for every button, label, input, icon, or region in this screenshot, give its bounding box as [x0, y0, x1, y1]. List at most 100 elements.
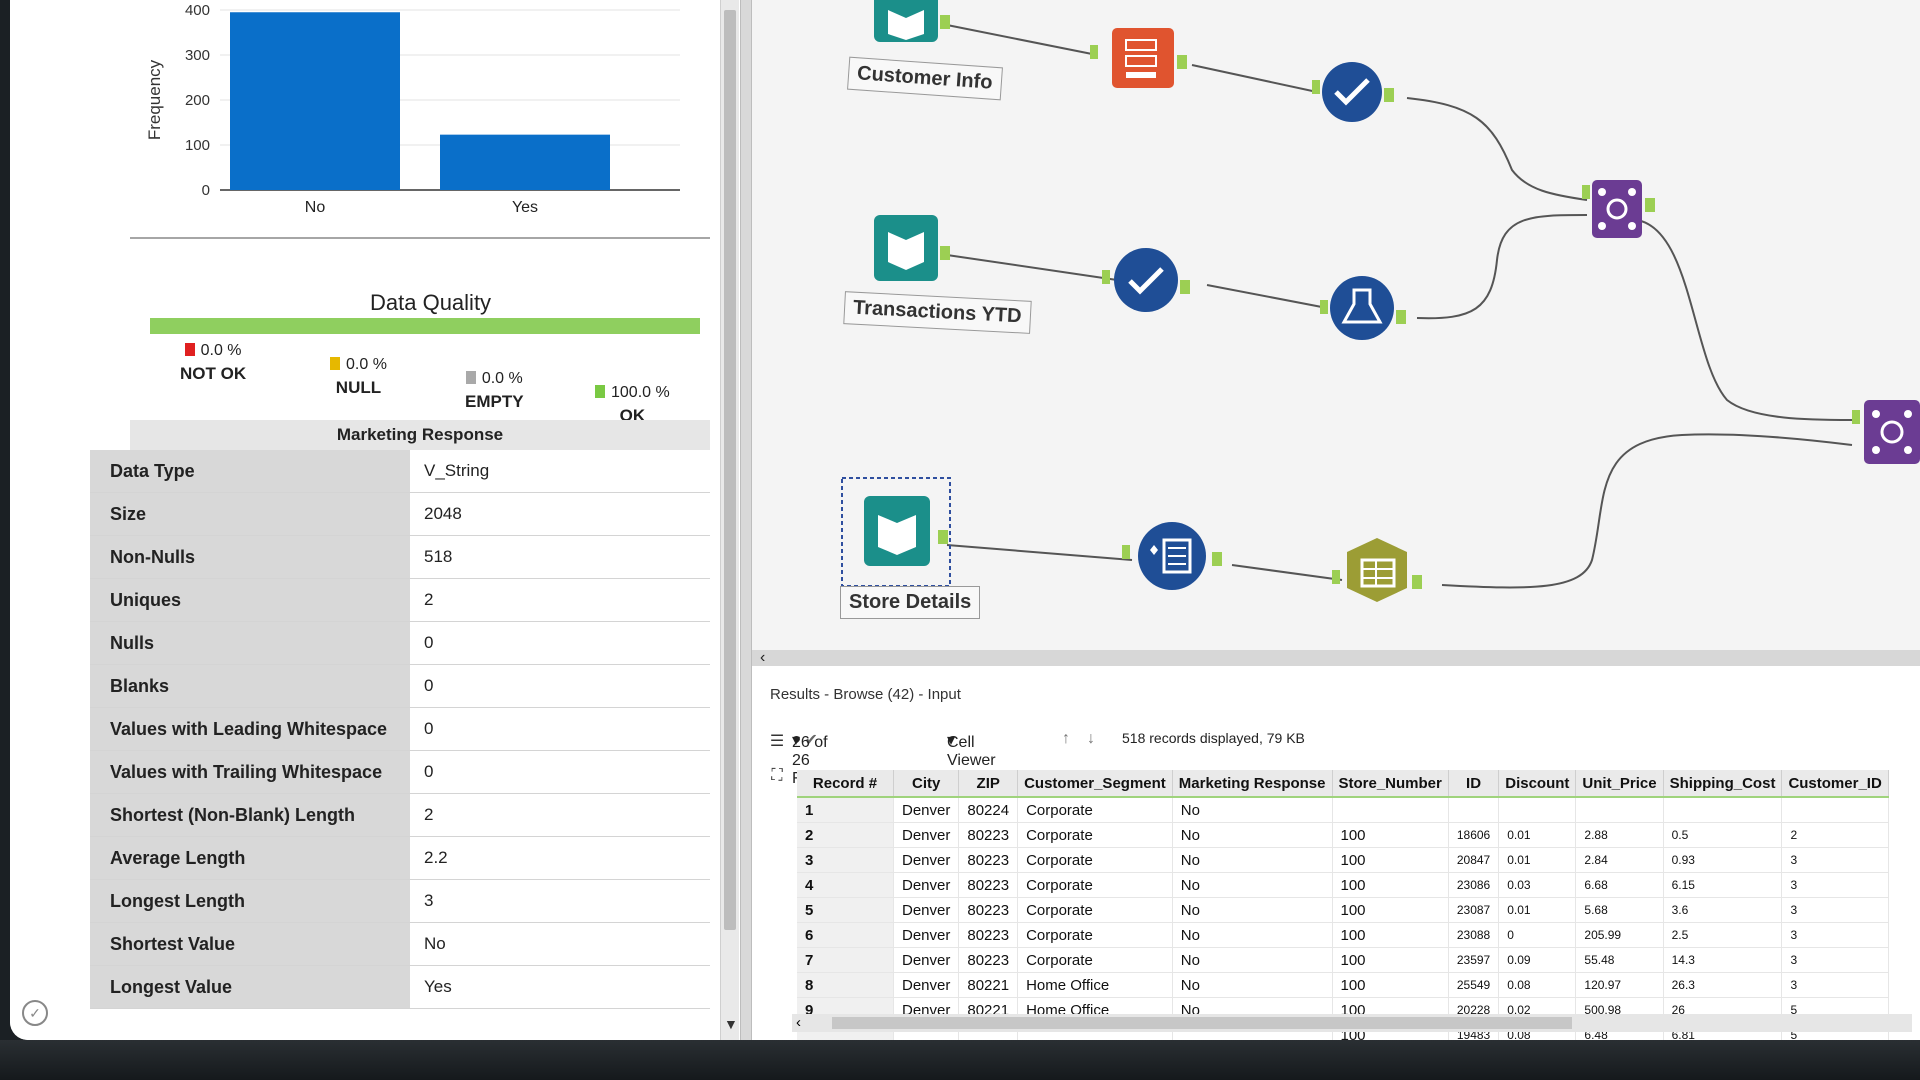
table-row[interactable]: 8 Denver 80221 Home Office No 100 25549 0.08 120… — [797, 972, 1889, 998]
table-cell[interactable]: Corporate — [1017, 872, 1173, 898]
table-cell[interactable]: 0.5 — [1663, 822, 1783, 848]
status-check-icon[interactable]: ✓ — [22, 1000, 48, 1026]
table-cell[interactable]: 120.97 — [1575, 972, 1664, 998]
formula-beaker-icon[interactable] — [1320, 276, 1406, 340]
table-row[interactable]: 1 Denver 80224 Corporate No — [797, 797, 1889, 823]
table-cell[interactable] — [1663, 797, 1783, 823]
join-icon-1[interactable] — [1582, 180, 1655, 238]
fields-selector[interactable]: 26 of 26 Fields ▾ ✔ — [792, 730, 835, 787]
table-cell[interactable]: 80223 — [958, 847, 1019, 873]
column-header[interactable]: Store_Number — [1332, 770, 1449, 798]
table-cell[interactable]: Denver — [893, 847, 960, 873]
join-icon-2[interactable] — [1852, 400, 1920, 464]
table-cell[interactable]: 23597 — [1448, 947, 1500, 973]
table-cell[interactable]: No — [1172, 922, 1333, 948]
table-cell[interactable]: Denver — [893, 947, 960, 973]
column-header[interactable]: Marketing Response — [1172, 770, 1333, 798]
table-cell[interactable]: 6.15 — [1663, 872, 1783, 898]
table-cell[interactable] — [1575, 797, 1664, 823]
table-cell[interactable]: 4 — [797, 872, 894, 898]
cell-viewer-dropdown[interactable]: Cell Viewer ▾ — [947, 730, 996, 769]
table-cell[interactable]: No — [1172, 972, 1333, 998]
table-cell[interactable]: No — [1172, 897, 1333, 923]
table-cell[interactable]: 205.99 — [1575, 922, 1664, 948]
table-cell[interactable]: Denver — [893, 872, 960, 898]
column-header[interactable]: Customer_Segment — [1017, 770, 1173, 798]
table-cell[interactable]: Denver — [893, 797, 960, 823]
table-cell[interactable]: 18606 — [1448, 822, 1500, 848]
table-cell[interactable]: 80223 — [958, 822, 1019, 848]
table-cell[interactable]: 0.93 — [1663, 847, 1783, 873]
table-cell[interactable]: 20847 — [1448, 847, 1500, 873]
column-header[interactable]: ZIP — [958, 770, 1019, 798]
results-horizontal-scrollbar[interactable]: ‹ — [792, 1014, 1912, 1032]
table-cell[interactable]: 3 — [1781, 897, 1889, 923]
node-label-store-details[interactable]: Store Details — [840, 586, 981, 619]
results-scroll-left-icon[interactable]: ‹ — [796, 1014, 801, 1031]
table-cell[interactable]: 80224 — [958, 797, 1019, 823]
column-header[interactable]: Unit_Price — [1575, 770, 1664, 798]
results-grid[interactable]: Record # City ZIP Customer_Segment Marketing… — [797, 770, 1889, 1040]
table-cell[interactable]: Home Office — [1017, 972, 1173, 998]
table-cell[interactable]: 100 — [1332, 872, 1449, 898]
table-cell[interactable]: 80223 — [958, 947, 1019, 973]
customer-info-input-book-icon[interactable] — [874, 0, 950, 42]
sort-up-icon[interactable]: ↑ — [1062, 730, 1070, 748]
table-cell[interactable]: No — [1172, 947, 1333, 973]
data-cleansing-icon[interactable] — [1122, 522, 1222, 590]
table-cell[interactable]: 80221 — [958, 972, 1019, 998]
table-cell[interactable]: 1 — [797, 797, 894, 823]
table-cell[interactable]: 100 — [1332, 922, 1449, 948]
scroll-left-icon[interactable]: ‹ — [760, 649, 765, 667]
binoculars-icon[interactable]: ⛶ — [766, 767, 788, 789]
table-cell[interactable]: Denver — [893, 922, 960, 948]
column-header[interactable]: Discount — [1498, 770, 1577, 798]
table-cell[interactable]: 3 — [1781, 922, 1889, 948]
table-cell[interactable]: 0.09 — [1498, 947, 1577, 973]
table-cell[interactable]: 0.01 — [1498, 897, 1577, 923]
table-cell[interactable]: 3 — [1781, 847, 1889, 873]
left-scrollbar-thumb[interactable] — [724, 10, 736, 930]
table-cell[interactable]: 3.6 — [1663, 897, 1783, 923]
table-cell[interactable]: 3 — [797, 847, 894, 873]
table-cell[interactable]: 2 — [797, 822, 894, 848]
table-cell[interactable]: 14.3 — [1663, 947, 1783, 973]
table-row[interactable]: 4 Denver 80223 Corporate No 100 23086 0.03 6.68 6… — [797, 872, 1889, 898]
table-cell[interactable]: Corporate — [1017, 847, 1173, 873]
table-cell[interactable]: No — [1172, 797, 1333, 823]
table-cell[interactable]: 2.5 — [1663, 922, 1783, 948]
table-cell[interactable]: 0.08 — [1498, 972, 1577, 998]
select-check-icon-2[interactable] — [1102, 248, 1190, 312]
table-cell[interactable]: 0 — [1498, 922, 1577, 948]
table-cell[interactable]: 26.3 — [1663, 972, 1783, 998]
table-cell[interactable]: No — [1172, 872, 1333, 898]
column-header[interactable]: Customer_ID — [1781, 770, 1889, 798]
table-row[interactable]: 6 Denver 80223 Corporate No 100 23088 0 205.99 2.… — [797, 922, 1889, 948]
table-cell[interactable]: Corporate — [1017, 822, 1173, 848]
table-cell[interactable]: 5.68 — [1575, 897, 1664, 923]
column-header[interactable]: Shipping_Cost — [1663, 770, 1783, 798]
table-cell[interactable]: Corporate — [1017, 797, 1173, 823]
table-cell[interactable]: 3 — [1781, 972, 1889, 998]
table-cell[interactable]: 80223 — [958, 897, 1019, 923]
table-cell[interactable]: 23088 — [1448, 922, 1500, 948]
table-cell[interactable]: 2.88 — [1575, 822, 1664, 848]
table-cell[interactable]: 6.68 — [1575, 872, 1664, 898]
column-header[interactable]: ID — [1448, 770, 1500, 798]
table-cell[interactable]: No — [1172, 847, 1333, 873]
table-cell[interactable]: 5 — [797, 897, 894, 923]
table-cell[interactable]: 2 — [1781, 822, 1889, 848]
table-cell[interactable] — [1781, 797, 1889, 823]
table-row[interactable]: 5 Denver 80223 Corporate No 100 23087 0.01 5.68 3… — [797, 897, 1889, 923]
table-row[interactable]: 7 Denver 80223 Corporate No 100 23597 0.09 55.48… — [797, 947, 1889, 973]
table-cell[interactable]: 100 — [1332, 947, 1449, 973]
table-cell[interactable]: Denver — [893, 822, 960, 848]
table-cell[interactable]: 100 — [1332, 847, 1449, 873]
summarize-hexagon-icon[interactable] — [1332, 538, 1422, 602]
table-cell[interactable]: 2.84 — [1575, 847, 1664, 873]
table-cell[interactable]: 100 — [1332, 897, 1449, 923]
table-cell[interactable]: 23087 — [1448, 897, 1500, 923]
column-header[interactable]: Record # — [797, 770, 894, 798]
select-records-icon[interactable] — [1090, 28, 1187, 88]
table-cell[interactable]: 6 — [797, 922, 894, 948]
